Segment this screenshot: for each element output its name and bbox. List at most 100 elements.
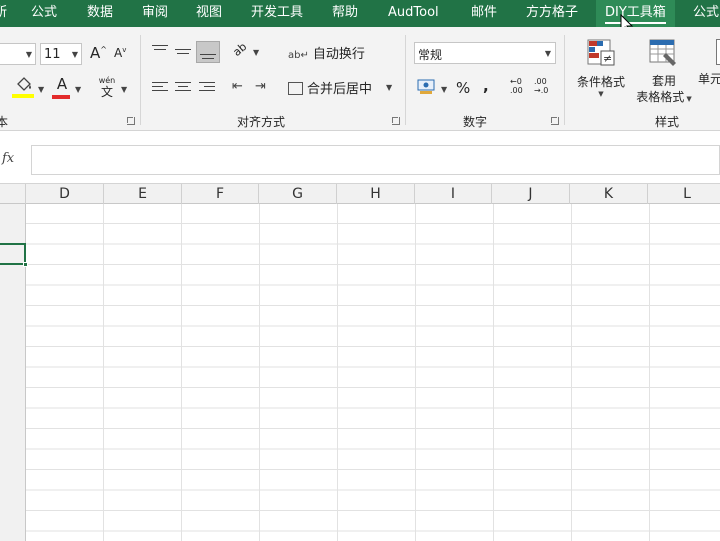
decrease-indent-button[interactable]: ⇤	[232, 79, 243, 94]
tab-help[interactable]: 帮助	[332, 0, 358, 27]
column-header-k[interactable]: K	[570, 184, 648, 204]
shrink-font-icon: A	[114, 46, 123, 60]
grow-font-icon: A	[90, 44, 101, 62]
ribbon: ▼ 11 ▼ A^ Av ▼ A ▼ wén 文 ▼ 本 ab ▼ ab↵ 自动…	[0, 27, 720, 131]
column-header-j[interactable]: J	[492, 184, 570, 204]
middle-align-icon-line	[177, 53, 189, 54]
column-header-h[interactable]: H	[337, 184, 415, 204]
number-format-dropdown[interactable]: 常规 ▼	[414, 42, 556, 64]
middle-align-button[interactable]	[175, 44, 193, 60]
chevron-down-icon: ▼	[544, 49, 551, 58]
top-align-icon	[152, 45, 168, 46]
conditional-format-button[interactable]: ≠ 条件格式 ▼	[572, 39, 630, 105]
chevron-down-icon: ▼	[71, 50, 78, 59]
styles-group-label: 样式	[655, 115, 680, 129]
align-right-button[interactable]	[199, 81, 217, 95]
phonetic-bottom-text: 文	[100, 85, 113, 99]
percent-style-button[interactable]: %	[456, 79, 470, 97]
align-center-button[interactable]	[175, 81, 193, 95]
table-format-label-text: 表格格式	[636, 90, 685, 104]
phonetic-guide-button[interactable]: wén 文	[97, 76, 117, 99]
fill-handle[interactable]	[23, 262, 28, 267]
font-name-dropdown[interactable]: ▼	[0, 43, 36, 65]
column-header-e[interactable]: E	[104, 184, 182, 204]
column-header-partial[interactable]	[0, 184, 26, 204]
bottom-align-button[interactable]	[196, 41, 220, 63]
increase-decimal-top: ←0	[510, 77, 522, 86]
decrease-decimal-bottom: →.0	[534, 86, 549, 95]
fill-color-button[interactable]	[12, 77, 36, 99]
group-divider	[405, 35, 406, 125]
tab-view[interactable]: 视图	[196, 0, 222, 27]
column-header-f[interactable]: F	[182, 184, 259, 204]
number-group-label: 数字	[463, 115, 488, 129]
decrease-decimal-button[interactable]: .00 →.0	[534, 77, 548, 95]
table-format-icon	[649, 39, 676, 66]
tab-mail[interactable]: 邮件	[471, 0, 497, 27]
align-left-icon	[152, 82, 168, 83]
tab-ffcell[interactable]: 方方格子	[526, 0, 578, 27]
chevron-down-icon: ▼	[253, 48, 260, 57]
svg-text:≠: ≠	[603, 52, 612, 65]
format-as-table-button[interactable]: 套用 表格格式 ▼	[630, 39, 698, 109]
top-align-button[interactable]	[152, 44, 170, 60]
function-icon: fx	[2, 151, 15, 166]
orientation-icon: ab	[230, 40, 250, 59]
column-header-l[interactable]: L	[648, 184, 720, 204]
tab-partial-left[interactable]: 所	[0, 0, 7, 27]
chevron-down-icon[interactable]: ▼	[38, 85, 44, 94]
orientation-button[interactable]: ab ▼	[230, 40, 259, 59]
comma-style-button[interactable]: ,	[483, 77, 489, 95]
bottom-align-icon-line	[202, 58, 214, 59]
decrease-decimal-top: .00	[534, 77, 547, 86]
increase-indent-button[interactable]: ⇥	[255, 79, 266, 94]
conditional-format-label: 条件格式	[576, 75, 625, 89]
worksheet-grid[interactable]	[26, 204, 720, 541]
table-format-label-top: 套用	[651, 74, 676, 88]
font-size-value: 11	[44, 47, 61, 62]
number-dialog-launcher[interactable]	[551, 117, 559, 125]
number-format-value: 常规	[418, 48, 443, 62]
alignment-group-label: 对齐方式	[237, 115, 286, 129]
tab-formulas[interactable]: 公式	[31, 0, 57, 27]
decrease-indent-icon: ⇤	[232, 79, 243, 94]
tab-diy-toolbox-label: DIY工具箱	[605, 5, 666, 24]
align-center-icon	[175, 82, 191, 83]
accounting-format-button[interactable]	[417, 78, 437, 96]
alignment-dialog-launcher[interactable]	[392, 117, 400, 125]
tab-formula-partial[interactable]: 公式	[693, 0, 719, 27]
font-color-bar	[52, 95, 70, 99]
ribbon-tab-bar: 所 公式 数据 审阅 视图 开发工具 帮助 AudTool 邮件 方方格子 DI…	[0, 0, 720, 35]
tab-diy-toolbox[interactable]: DIY工具箱	[596, 0, 675, 27]
chevron-down-icon[interactable]: ▼	[441, 85, 447, 94]
column-header-d[interactable]: D	[26, 184, 104, 204]
merge-center-icon	[288, 82, 303, 95]
font-size-dropdown[interactable]: 11 ▼	[40, 43, 82, 65]
wrap-text-button[interactable]: ab↵ 自动换行	[288, 43, 365, 62]
tab-data[interactable]: 数据	[87, 0, 113, 27]
column-header-g[interactable]: G	[259, 184, 337, 204]
merge-center-button[interactable]: 合并后居中 ▼	[288, 78, 392, 97]
chevron-down-icon[interactable]: ▼	[121, 85, 127, 94]
align-left-button[interactable]	[152, 81, 170, 95]
tab-audtool[interactable]: AudTool	[388, 0, 439, 27]
wrap-text-icon: ab↵	[288, 50, 309, 61]
group-divider	[140, 35, 141, 125]
increase-decimal-bottom: .00	[510, 86, 523, 95]
tab-developer[interactable]: 开发工具	[251, 0, 303, 27]
tab-review[interactable]: 审阅	[142, 0, 168, 27]
shrink-font-button[interactable]: Av	[114, 46, 126, 60]
insert-function-button[interactable]: fx	[0, 145, 28, 175]
cell-styles-button[interactable]: 单元	[698, 39, 720, 105]
formula-input[interactable]	[31, 145, 720, 175]
font-color-button[interactable]: A	[52, 75, 72, 99]
column-header-i[interactable]: I	[415, 184, 492, 204]
chevron-down-icon[interactable]: ▼	[75, 85, 81, 94]
align-right-icon	[199, 82, 215, 83]
group-divider	[564, 35, 565, 125]
font-dialog-launcher[interactable]	[127, 117, 135, 125]
accounting-format-icon	[417, 79, 435, 94]
bottom-align-icon	[200, 54, 216, 55]
increase-decimal-button[interactable]: ←0 .00	[510, 77, 523, 95]
grow-font-button[interactable]: A^	[90, 44, 107, 62]
